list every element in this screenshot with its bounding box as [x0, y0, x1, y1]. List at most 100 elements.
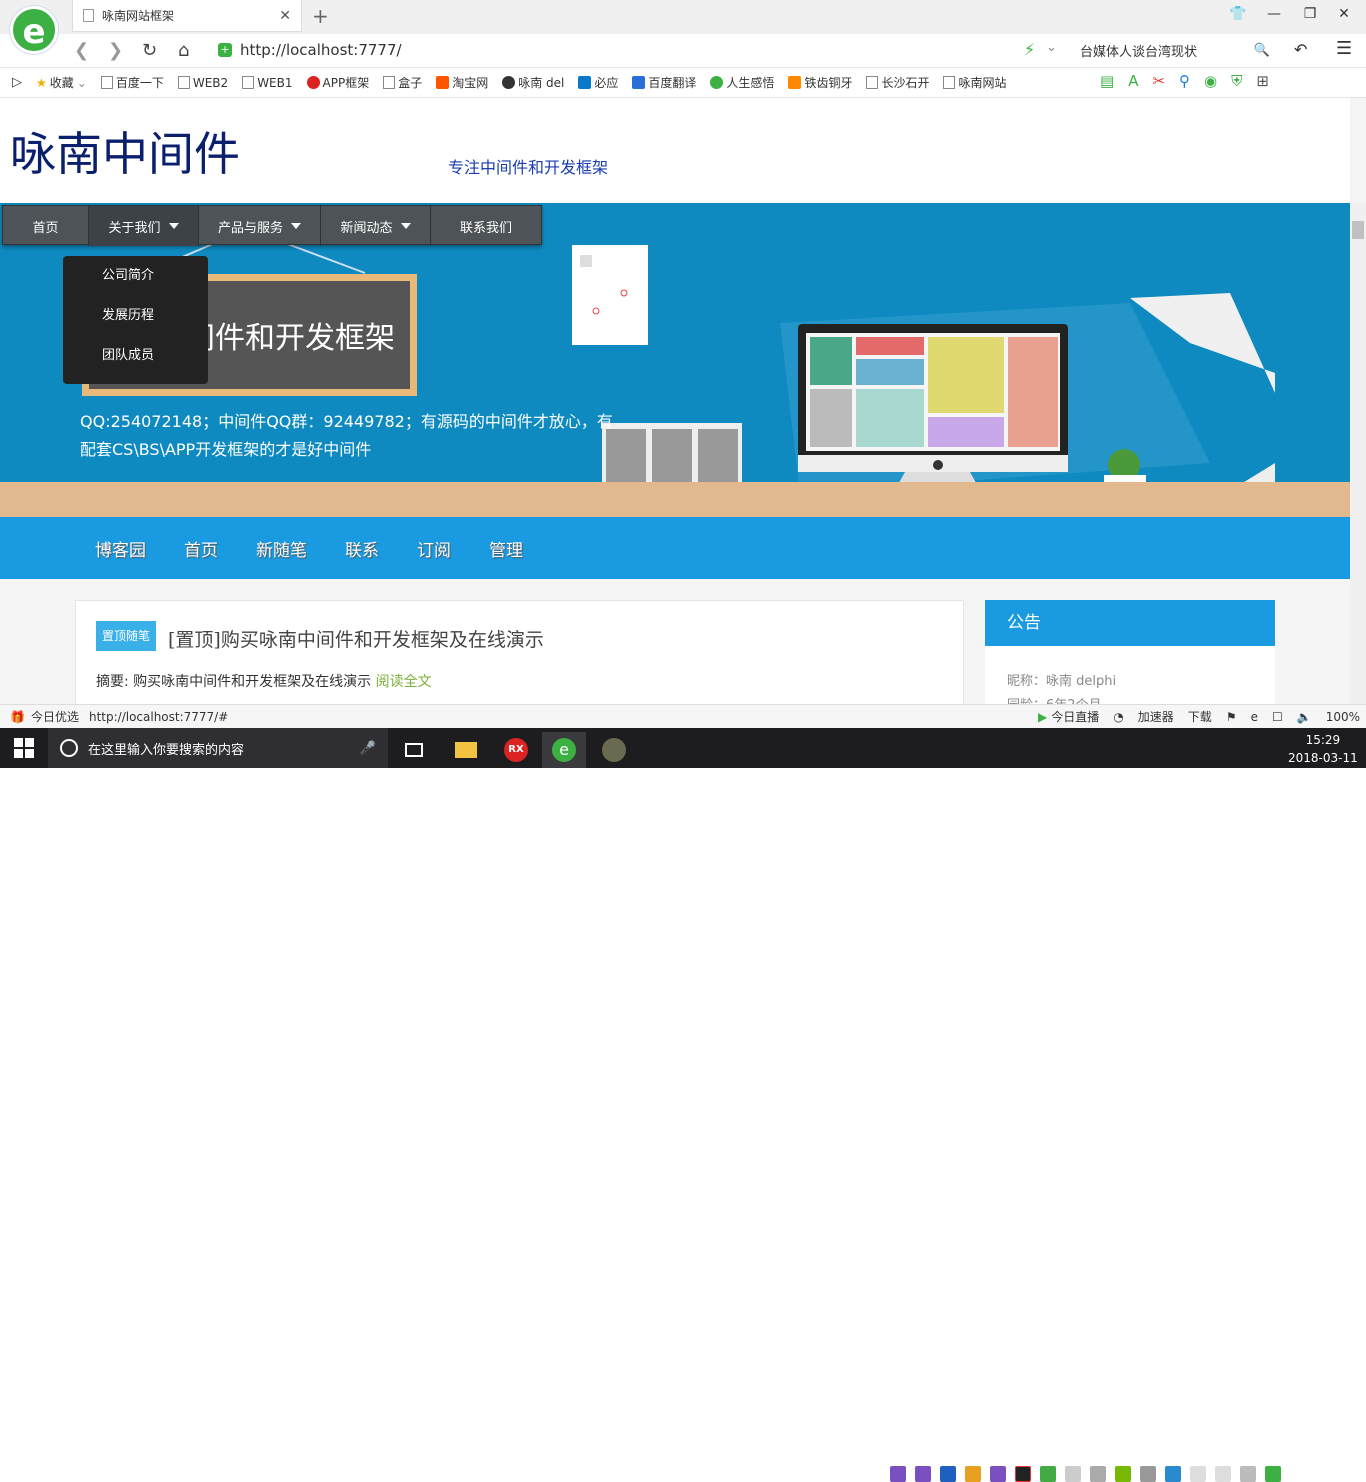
nav-new-post[interactable]: 新随笔 — [256, 536, 307, 561]
sidebar-toggle-icon[interactable]: ▷ — [12, 75, 22, 90]
today-picks[interactable]: 今日优选 — [31, 708, 79, 725]
accelerator-button[interactable]: 加速器 — [1138, 708, 1174, 725]
taskbar-search-placeholder[interactable]: 在这里输入你要搜索的内容 — [88, 739, 244, 758]
restore-button[interactable]: ❐ — [1298, 6, 1322, 22]
tray-app-icon[interactable] — [965, 1466, 981, 1482]
tray-app-icon[interactable] — [990, 1466, 1006, 1482]
forward-icon[interactable]: ❯ — [108, 40, 123, 61]
minimize-button[interactable]: — — [1262, 6, 1286, 22]
bookmark[interactable]: 咏南 del — [502, 74, 564, 91]
close-window-button[interactable]: ✕ — [1332, 6, 1356, 22]
translate-icon[interactable]: A — [1128, 72, 1138, 90]
scissors-icon[interactable]: ✂ — [1152, 72, 1165, 90]
chevron-down-icon[interactable]: ⌄ — [1046, 40, 1057, 55]
tray-app-icon[interactable] — [1165, 1466, 1181, 1482]
magnifier-icon[interactable]: ⚲ — [1179, 72, 1190, 90]
bookmark[interactable]: APP框架 — [306, 74, 369, 91]
media-app-icon[interactable] — [592, 732, 636, 768]
rx-app-icon[interactable]: RX — [494, 732, 538, 768]
bluetooth-icon[interactable] — [940, 1466, 956, 1482]
gift-icon[interactable]: 🎁 — [10, 710, 25, 724]
wifi-icon[interactable] — [1240, 1466, 1256, 1482]
close-tab-icon[interactable]: ✕ — [279, 8, 291, 24]
nav-home[interactable]: 首页 — [184, 536, 218, 561]
gamepad-icon[interactable]: ◉ — [1204, 72, 1217, 90]
volume-tray-icon[interactable] — [1215, 1466, 1231, 1482]
zoom-level[interactable]: 100% — [1326, 710, 1360, 724]
new-tab-button[interactable]: + — [312, 4, 329, 28]
microphone-icon[interactable]: 🎤 — [360, 741, 376, 756]
battery-icon[interactable] — [1190, 1466, 1206, 1482]
bookmark[interactable]: 盒子 — [383, 74, 422, 91]
bookmark[interactable]: 长沙石开 — [866, 74, 929, 91]
browser-logo-icon[interactable]: e — [10, 6, 58, 54]
menu-item-home[interactable]: 首页 — [3, 206, 89, 246]
search-icon[interactable]: 🔍 — [1254, 43, 1270, 58]
shield-icon[interactable]: ⛨ — [1231, 72, 1242, 90]
url-text[interactable]: http://localhost:7777/ — [240, 41, 402, 59]
post-title[interactable]: [置顶]购买咏南中间件和开发框架及在线演示 — [168, 625, 544, 652]
dropdown-item-team[interactable]: 团队成员 — [63, 342, 208, 382]
bookmark[interactable]: 人生感悟 — [710, 74, 774, 91]
nvidia-icon[interactable] — [1115, 1466, 1131, 1482]
tray-app-icon[interactable] — [1065, 1466, 1081, 1482]
refresh-icon[interactable]: ↻ — [142, 40, 157, 61]
nav-subscribe[interactable]: 订阅 — [417, 536, 451, 561]
apps-grid-icon[interactable]: ⊞ — [1256, 72, 1269, 90]
taskbar-search[interactable]: 在这里输入你要搜索的内容 🎤 — [48, 728, 388, 768]
menu-icon[interactable]: ☰ — [1336, 38, 1352, 59]
book-icon[interactable]: ▤ — [1100, 72, 1114, 90]
bookmark[interactable]: WEB2 — [177, 76, 228, 90]
ie-icon[interactable]: e — [1251, 710, 1258, 724]
nav-admin[interactable]: 管理 — [489, 536, 523, 561]
menu-item-about[interactable]: 关于我们 — [89, 206, 199, 246]
bookmark[interactable]: 百度翻译 — [632, 74, 696, 91]
browser-taskbar-icon[interactable]: e — [542, 732, 586, 768]
bookmark[interactable]: 咏南网站 — [943, 74, 1006, 91]
tray-app-icon[interactable] — [1265, 1466, 1281, 1482]
undo-icon[interactable]: ↶ — [1294, 40, 1307, 59]
tray-app-icon[interactable] — [1140, 1466, 1156, 1482]
window-icon[interactable]: ☐ — [1272, 710, 1283, 724]
file-explorer-icon[interactable] — [444, 732, 488, 768]
bookmark[interactable]: 铁齿铜牙 — [788, 74, 852, 91]
tray-app-icon[interactable] — [890, 1466, 906, 1482]
browser-tab[interactable]: 咏南网站框架 ✕ — [72, 0, 302, 32]
search-text[interactable]: 台媒体人谈台湾现状 — [1080, 41, 1197, 60]
timer-icon[interactable]: ◔ — [1113, 710, 1123, 724]
back-icon[interactable]: ❮ — [74, 40, 89, 61]
qq-icon[interactable] — [1015, 1466, 1031, 1482]
search-box[interactable]: 台媒体人谈台湾现状 🔍 — [1080, 38, 1270, 62]
scrollbar-thumb[interactable] — [1352, 221, 1364, 239]
menu-item-contact[interactable]: 联系我们 — [431, 206, 541, 246]
bookmark[interactable]: WEB1 — [242, 76, 293, 90]
task-view-icon[interactable] — [392, 732, 436, 768]
menu-item-news[interactable]: 新闻动态 — [321, 206, 431, 246]
bookmark[interactable]: 必应 — [578, 74, 618, 91]
menu-item-products[interactable]: 产品与服务 — [199, 206, 321, 246]
bookmark[interactable]: 淘宝网 — [436, 74, 488, 91]
notice-nickname[interactable]: 昵称：咏南 delphi — [1007, 670, 1116, 689]
url-field[interactable]: + http://localhost:7777/ — [218, 38, 1068, 62]
home-icon[interactable]: ⌂ — [178, 40, 189, 61]
dropdown-item-history[interactable]: 发展历程 — [63, 302, 208, 342]
nav-cnblogs[interactable]: 博客园 — [95, 536, 146, 561]
read-more-link[interactable]: 阅读全文 — [376, 674, 432, 690]
volume-icon[interactable]: 🔈 — [1297, 710, 1312, 724]
download-button[interactable]: 下载 — [1188, 708, 1212, 725]
bookmark-favorites[interactable]: ★ 收藏 ⌄ — [36, 74, 87, 91]
lightning-icon[interactable]: ⚡ — [1024, 40, 1035, 59]
banner-line-1: QQ:254072148；中间件QQ群：92449782；有源码的中间件才放心，… — [80, 412, 613, 431]
windows-start-icon[interactable] — [14, 738, 34, 758]
flag-icon[interactable]: ⚑ — [1226, 710, 1237, 724]
signal-icon[interactable] — [1040, 1466, 1056, 1482]
tray-app-icon[interactable] — [1090, 1466, 1106, 1482]
bookmark[interactable]: 百度一下 — [100, 74, 164, 91]
page-scrollbar[interactable] — [1350, 203, 1366, 704]
skin-icon[interactable]: 👕 — [1226, 6, 1250, 22]
system-clock[interactable]: 15:29 2018-03-11 — [1288, 731, 1358, 767]
live-button[interactable]: 今日直播 — [1051, 708, 1099, 725]
dropdown-item-company[interactable]: 公司简介 — [63, 262, 208, 302]
nav-contact[interactable]: 联系 — [345, 536, 379, 561]
tray-app-icon[interactable] — [915, 1466, 931, 1482]
